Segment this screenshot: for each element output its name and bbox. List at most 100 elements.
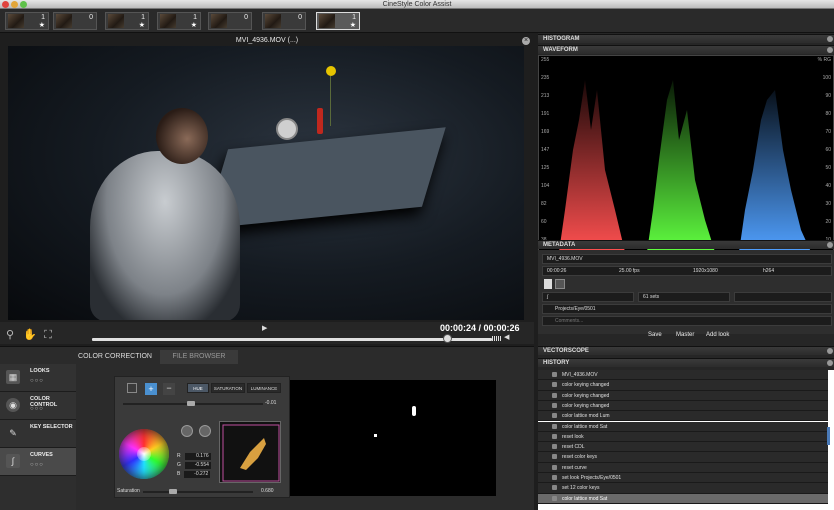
path-field[interactable]: Projects/Eye/0501: [542, 304, 832, 314]
waveform-axis-label: % RG: [817, 57, 831, 63]
mode-saturation[interactable]: SATURATION: [211, 383, 245, 393]
metadata-label: METADATA: [543, 242, 576, 248]
sidebar-item-curves[interactable]: ∫ CURVES ○○○: [0, 448, 76, 476]
sidebar-item-looks[interactable]: ▦ LOOKS ○○○: [0, 364, 76, 392]
saturation-slider-track[interactable]: [143, 491, 253, 493]
volume-level-icon[interactable]: [492, 336, 502, 341]
history-label: HISTORY: [543, 360, 570, 366]
waveform-axis-label: 147: [541, 147, 550, 153]
close-icon[interactable]: [827, 36, 833, 42]
color-lattice[interactable]: [219, 421, 281, 483]
grid-view-icon[interactable]: [555, 279, 565, 289]
scrub-bar[interactable]: [92, 338, 492, 341]
rating-field[interactable]: [734, 292, 832, 302]
clip-thumbnail[interactable]: 1 ★: [105, 12, 149, 30]
save-button[interactable]: Save: [648, 332, 662, 338]
clip-thumbnail[interactable]: 1 ★: [5, 12, 49, 30]
clip-thumbnail[interactable]: 0: [208, 12, 252, 30]
saturation-value[interactable]: 0.680: [261, 488, 274, 494]
waveform-axis-label: 60: [825, 147, 831, 153]
mode-luminance[interactable]: LUMINANCE: [247, 383, 281, 393]
speaker-icon[interactable]: ◀: [504, 333, 509, 341]
history-item-icon: [552, 382, 557, 388]
r-field[interactable]: R 0.176: [177, 453, 211, 460]
remove-key-icon[interactable]: −: [163, 383, 175, 395]
r-label: R: [177, 453, 181, 459]
clip-thumbnail[interactable]: 0: [262, 12, 306, 30]
mode-hue[interactable]: HUE: [187, 383, 209, 393]
metadata-filename: MVI_4936.MOV: [542, 254, 832, 264]
sets-field[interactable]: 61 sets: [638, 292, 730, 302]
hue-slider-handle[interactable]: [187, 401, 195, 406]
close-icon[interactable]: ×: [522, 37, 530, 45]
master-button[interactable]: Master: [676, 332, 694, 338]
waveform-header[interactable]: WAVEFORM: [538, 45, 834, 54]
metadata-header[interactable]: METADATA: [538, 240, 834, 249]
sidebar-item-controls[interactable]: ○○○: [30, 406, 44, 412]
thumbnail-count: 0: [244, 14, 248, 21]
tab-file-browser[interactable]: FILE BROWSER: [160, 350, 238, 364]
play-button[interactable]: ▶: [262, 324, 267, 332]
history-item[interactable]: set look Projects/Eye/0501: [538, 473, 828, 484]
sidebar-item-key-selector[interactable]: ✎ KEY SELECTOR: [0, 420, 76, 448]
tab-color-correction[interactable]: COLOR CORRECTION: [76, 350, 154, 364]
history-item[interactable]: reset look: [538, 431, 828, 443]
sidebar-item-color-control[interactable]: ◉ COLOR CONTROL ○○○: [0, 392, 76, 420]
waveform-axis-label: 169: [541, 129, 550, 135]
hand-icon[interactable]: ✋: [23, 329, 37, 341]
history-item[interactable]: MVI_4936.MOV: [538, 370, 828, 381]
sidebar-item-controls[interactable]: ○○○: [30, 378, 44, 384]
target-icon[interactable]: [181, 425, 193, 437]
zoom-icon[interactable]: ⚲: [4, 329, 16, 341]
close-icon[interactable]: [827, 348, 833, 354]
history-item[interactable]: reset curve: [538, 462, 828, 473]
close-icon[interactable]: [827, 242, 833, 248]
history-item[interactable]: color lattice mod Lum: [538, 411, 828, 422]
history-item-label: reset color keys: [562, 454, 598, 461]
dropdown-icon[interactable]: [199, 425, 211, 437]
waveform-axis-label: 90: [825, 93, 831, 99]
clip-thumbnail[interactable]: 1 ★: [157, 12, 201, 30]
history-scrollbar[interactable]: [827, 427, 830, 445]
history-item[interactable]: color keying changed: [538, 380, 828, 391]
scrub-handle[interactable]: [443, 334, 452, 343]
history-item[interactable]: color lattice mod Sat: [538, 493, 828, 504]
sidebar-item-controls[interactable]: ○○○: [30, 462, 44, 468]
history-item[interactable]: reset CDL: [538, 442, 828, 453]
histogram-header[interactable]: HISTOGRAM: [538, 34, 834, 43]
close-icon[interactable]: [827, 360, 833, 366]
history-item[interactable]: set 12 color keys: [538, 483, 828, 494]
b-field[interactable]: B -0.272: [177, 471, 211, 478]
close-icon[interactable]: [827, 47, 833, 53]
history-item[interactable]: color keying changed: [538, 390, 828, 401]
comments-field[interactable]: Comments...: [542, 316, 832, 326]
waveform-axis-label: 104: [541, 183, 550, 189]
g-field[interactable]: G -0.554: [177, 462, 211, 469]
b-label: B: [177, 471, 181, 477]
history-header[interactable]: HISTORY: [538, 358, 834, 367]
thumbnail-count: 0: [298, 14, 302, 21]
curve-selector[interactable]: ∫: [542, 292, 634, 302]
metadata-fps: 25.00 fps: [619, 268, 640, 274]
add-key-icon[interactable]: +: [145, 383, 157, 395]
clip-thumbnail-selected[interactable]: 1 ★: [316, 12, 360, 30]
sidebar-item-label: LOOKS: [30, 368, 50, 374]
thumbnail-count: 1: [193, 14, 197, 21]
vectorscope-header[interactable]: VECTORSCOPE: [538, 346, 834, 355]
color-control-icon: ◉: [6, 398, 20, 412]
view-toggle-icon[interactable]: [544, 279, 552, 289]
history-item[interactable]: color lattice mod Sat: [538, 421, 828, 432]
video-frame[interactable]: [8, 46, 524, 320]
waveform-axis-label: 70: [825, 129, 831, 135]
add-look-button[interactable]: Add look: [706, 332, 729, 338]
history-item[interactable]: reset color keys: [538, 452, 828, 463]
r-value: 0.176: [184, 453, 211, 460]
history-item[interactable]: color keying changed: [538, 400, 828, 412]
clip-thumbnail[interactable]: 0: [53, 12, 97, 30]
color-wheel[interactable]: [119, 429, 169, 479]
hue-value[interactable]: -0.01: [265, 400, 276, 406]
thumbnail-count: 1: [141, 14, 145, 21]
fullscreen-icon[interactable]: ⛶: [42, 329, 54, 341]
select-icon[interactable]: [127, 383, 137, 393]
saturation-slider-handle[interactable]: [169, 489, 177, 494]
